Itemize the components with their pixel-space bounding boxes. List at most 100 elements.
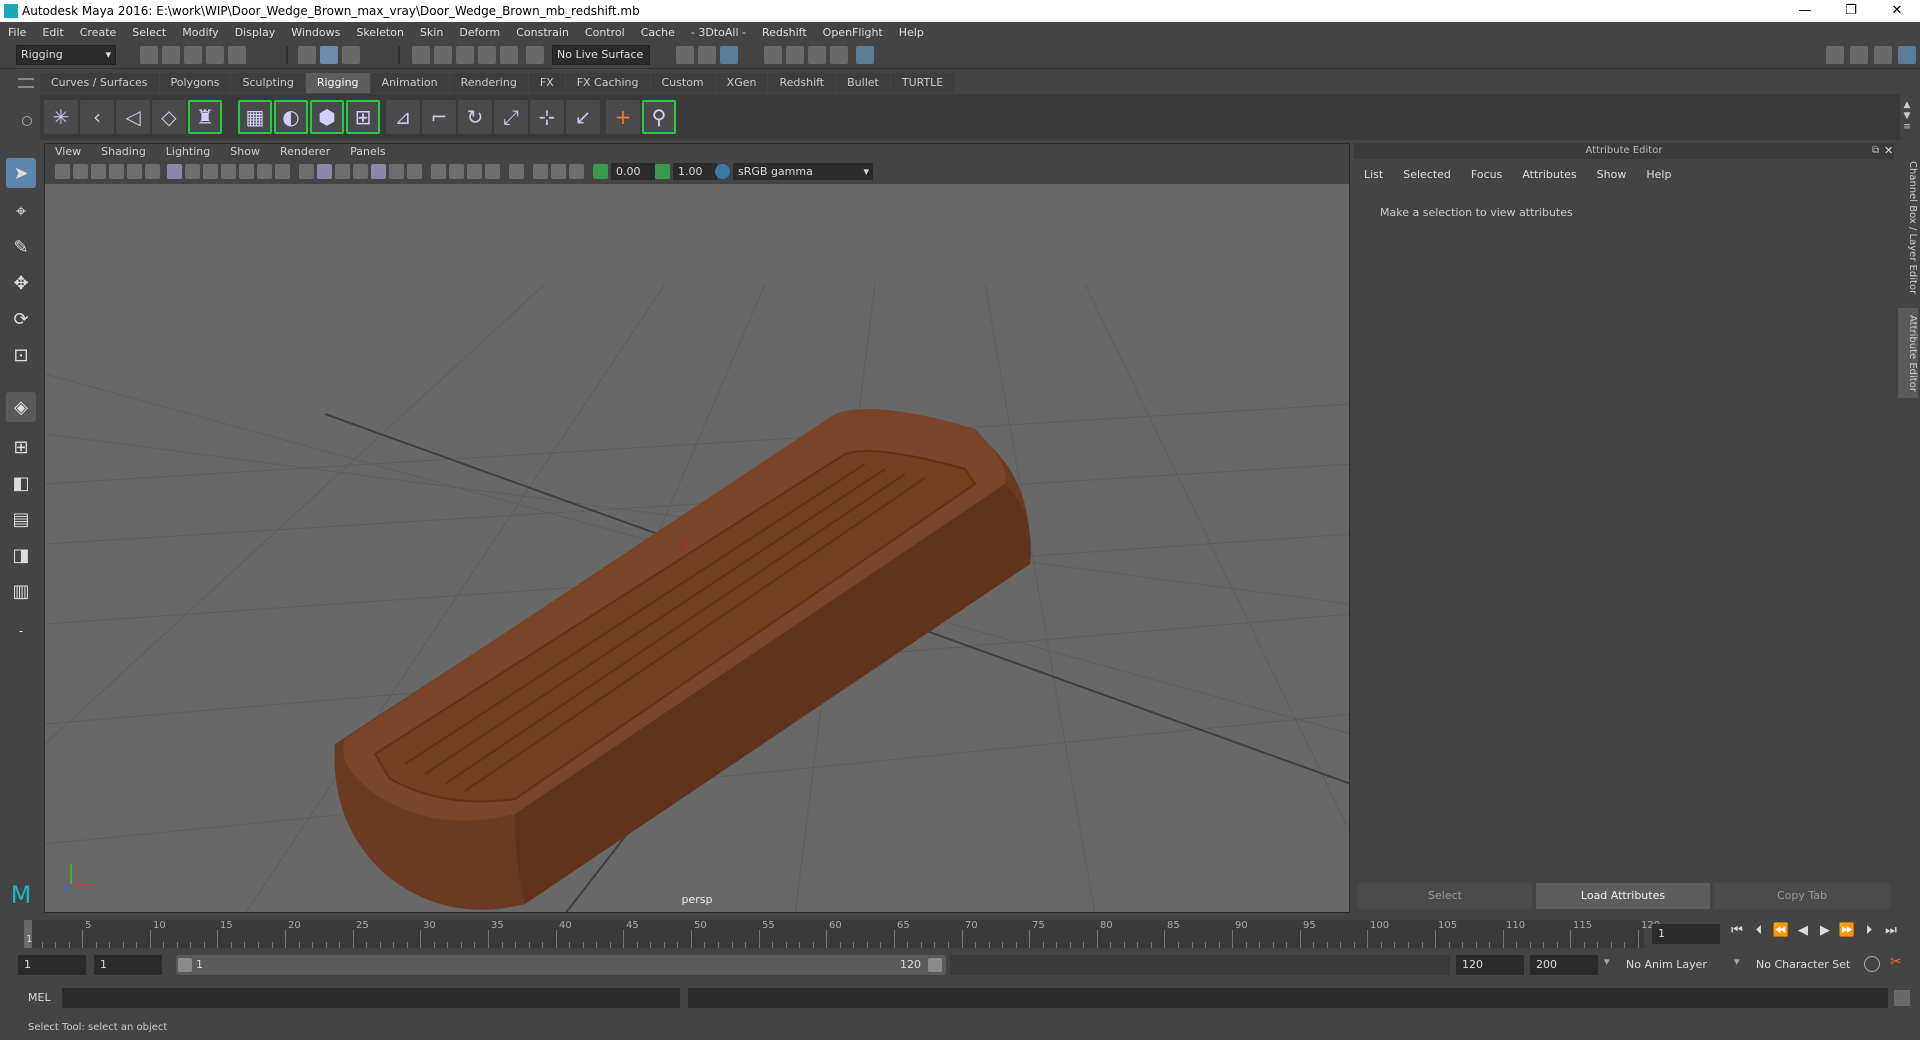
- vp-menu-panels[interactable]: Panels: [340, 144, 395, 160]
- create-joints-icon[interactable]: ✳: [44, 100, 78, 134]
- minimize-button[interactable]: —: [1782, 0, 1828, 22]
- grid-icon[interactable]: [167, 164, 182, 179]
- ae-menu-selected[interactable]: Selected: [1393, 165, 1461, 185]
- paint-select-tool-icon[interactable]: ✎: [6, 232, 36, 262]
- tab-custom[interactable]: Custom: [650, 73, 715, 93]
- float-panel-icon[interactable]: ⧉: [1872, 145, 1879, 156]
- range-slider-bar[interactable]: 1 120: [176, 955, 946, 975]
- go-to-end-icon[interactable]: ⏭: [1882, 922, 1900, 940]
- shelf-menu-icon[interactable]: [18, 78, 34, 88]
- tab-curves-surfaces[interactable]: Curves / Surfaces: [40, 73, 159, 93]
- exposure-icon[interactable]: [593, 164, 608, 179]
- render-frame-icon[interactable]: [786, 46, 804, 64]
- play-backwards-icon[interactable]: ◀: [1794, 922, 1812, 940]
- image-plane-icon[interactable]: [91, 164, 106, 179]
- shelf-scroll-arrows-icon[interactable]: ▲ ▼ ≡: [1900, 100, 1914, 134]
- snap-curve-icon[interactable]: [434, 46, 452, 64]
- render-view-icon[interactable]: [764, 46, 782, 64]
- chevron-down-icon[interactable]: ▾: [1734, 955, 1740, 968]
- textured-icon[interactable]: [371, 164, 386, 179]
- lattice-icon[interactable]: ⬢: [310, 100, 344, 134]
- ambient-occlusion-icon[interactable]: [431, 164, 446, 179]
- playback-end-field[interactable]: 120: [1456, 955, 1524, 975]
- gate-mask-icon[interactable]: [221, 164, 236, 179]
- select-object-icon[interactable]: [320, 46, 338, 64]
- make-live-icon[interactable]: [526, 46, 544, 64]
- toolbox-options-icon[interactable]: -: [6, 616, 36, 646]
- move-tool-icon[interactable]: ✥: [6, 268, 36, 298]
- resolution-gate-icon[interactable]: [203, 164, 218, 179]
- tab-rigging[interactable]: Rigging: [305, 73, 370, 93]
- snap-point-icon[interactable]: [456, 46, 474, 64]
- range-start-handle[interactable]: [178, 958, 192, 972]
- orient-constraint-icon[interactable]: ↻: [458, 100, 492, 134]
- character-set-dropdown[interactable]: No Character Set: [1750, 955, 1860, 975]
- aim-constraint-icon[interactable]: ⌐: [422, 100, 456, 134]
- playback-start-field[interactable]: 1: [94, 955, 162, 975]
- outliner-layout-icon[interactable]: ▥: [6, 576, 36, 606]
- shadows-icon[interactable]: [407, 164, 422, 179]
- lasso-tool-icon[interactable]: ⌖: [6, 196, 36, 226]
- hypershade-icon[interactable]: [856, 46, 874, 64]
- menu-3dtoall[interactable]: - 3DtoAll -: [683, 26, 754, 39]
- construction-history-icon[interactable]: [720, 46, 738, 64]
- vp-menu-shading[interactable]: Shading: [91, 144, 156, 160]
- scale-tool-icon[interactable]: ⊡: [6, 340, 36, 370]
- camera-lock-icon[interactable]: [145, 164, 160, 179]
- safe-action-icon[interactable]: [257, 164, 272, 179]
- color-management-icon[interactable]: [715, 164, 730, 179]
- tab-animation[interactable]: Animation: [370, 73, 449, 93]
- camera-attributes-icon[interactable]: [55, 164, 70, 179]
- menu-deform[interactable]: Deform: [451, 26, 508, 39]
- channel-box-toggle-icon[interactable]: [1850, 46, 1868, 64]
- bind-skin-icon[interactable]: ▦: [238, 100, 272, 134]
- range-end-handle[interactable]: [928, 958, 942, 972]
- tab-turtle[interactable]: TURTLE: [890, 73, 955, 93]
- animation-preferences-icon[interactable]: ✂: [1890, 954, 1902, 970]
- attribute-editor-toggle-icon[interactable]: [1898, 46, 1916, 64]
- menu-constrain[interactable]: Constrain: [508, 26, 577, 39]
- tab-bullet[interactable]: Bullet: [836, 73, 890, 93]
- render-settings-icon[interactable]: [830, 46, 848, 64]
- ae-menu-focus[interactable]: Focus: [1461, 165, 1512, 185]
- xray-icon[interactable]: [533, 164, 548, 179]
- step-back-key-icon[interactable]: ⏪: [1772, 922, 1790, 940]
- smooth-shade-icon[interactable]: [317, 164, 332, 179]
- view-transform-dropdown[interactable]: sRGB gamma ▾: [733, 163, 873, 180]
- start-time-field[interactable]: 1: [18, 955, 86, 975]
- anim-layer-dropdown[interactable]: No Anim Layer: [1620, 955, 1740, 975]
- menu-modify[interactable]: Modify: [174, 26, 226, 39]
- copy-tab-button[interactable]: Copy Tab: [1714, 883, 1890, 909]
- motion-blur-icon[interactable]: [449, 164, 464, 179]
- menu-cache[interactable]: Cache: [633, 26, 683, 39]
- menu-skin[interactable]: Skin: [412, 26, 451, 39]
- point-constraint-icon[interactable]: ⊿: [386, 100, 420, 134]
- step-back-frame-icon[interactable]: ⏴: [1750, 922, 1768, 940]
- step-forward-frame-icon[interactable]: ⏵: [1860, 922, 1878, 940]
- select-hierarchy-icon[interactable]: [298, 46, 316, 64]
- camera-bookmark-icon[interactable]: [73, 164, 88, 179]
- tab-fx-caching[interactable]: FX Caching: [565, 73, 650, 93]
- persp-hypershade-layout-icon[interactable]: ◨: [6, 540, 36, 570]
- scale-constraint-icon[interactable]: ⤢: [494, 100, 528, 134]
- play-forwards-icon[interactable]: ▶: [1816, 922, 1834, 940]
- menu-set-dropdown[interactable]: Rigging ▾: [16, 45, 116, 65]
- ipr-render-icon[interactable]: [808, 46, 826, 64]
- persp-graph-layout-icon[interactable]: ▤: [6, 504, 36, 534]
- restore-button[interactable]: ❐: [1828, 0, 1874, 22]
- xray-joints-icon[interactable]: [569, 164, 584, 179]
- ae-menu-attributes[interactable]: Attributes: [1512, 165, 1586, 185]
- quick-rig-icon[interactable]: ♜: [188, 100, 222, 134]
- snap-view-plane-icon[interactable]: [478, 46, 496, 64]
- locator-icon[interactable]: +: [606, 100, 640, 134]
- wireframe-icon[interactable]: [299, 164, 314, 179]
- redo-icon[interactable]: [228, 46, 246, 64]
- menu-openflight[interactable]: OpenFlight: [815, 26, 891, 39]
- new-scene-icon[interactable]: [140, 46, 158, 64]
- auto-key-icon[interactable]: [1864, 956, 1880, 972]
- save-scene-icon[interactable]: [184, 46, 202, 64]
- four-view-layout-icon[interactable]: ⊞: [6, 432, 36, 462]
- ae-select-button[interactable]: Select: [1358, 883, 1532, 909]
- gamma-field[interactable]: 1.00: [673, 163, 717, 180]
- tab-attribute-editor[interactable]: Attribute Editor: [1898, 308, 1918, 398]
